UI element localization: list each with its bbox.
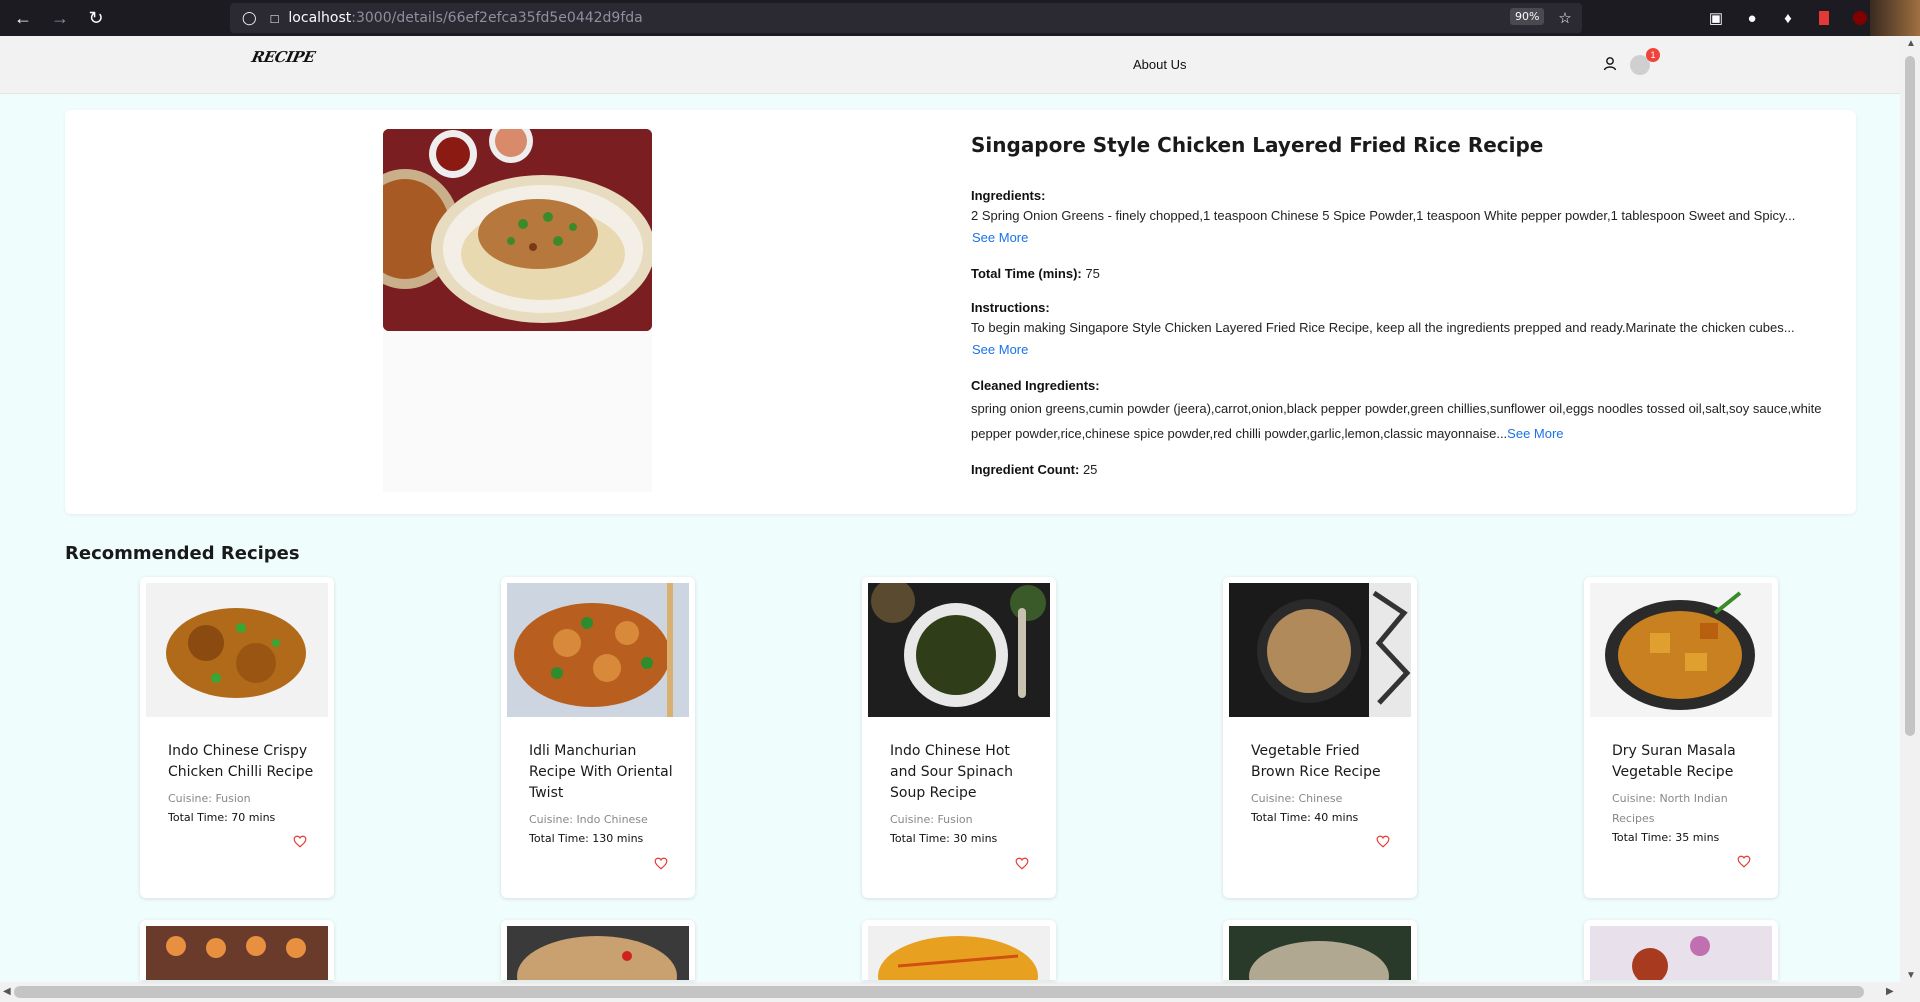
recipe-card[interactable]: Dry Suran Masala Vegetable Recipe Cuisin… [1584, 577, 1778, 898]
account-icon[interactable]: ● [1740, 6, 1764, 30]
scroll-left-arrow-icon[interactable]: ◀ [3, 986, 11, 997]
zoom-indicator[interactable]: 90% [1510, 8, 1545, 25]
bookmark-star-icon[interactable]: ☆ [1553, 6, 1577, 30]
recipe-card-title[interactable]: Idli Manchurian Recipe With Oriental Twi… [529, 741, 679, 804]
recipe-card[interactable] [140, 920, 334, 980]
recipe-card-image [1590, 926, 1772, 980]
url-host: localhost [288, 10, 352, 26]
total-time-value: 75 [1085, 266, 1100, 281]
recipe-card-image [507, 926, 689, 980]
instructions-text: To begin making Singapore Style Chicken … [971, 320, 1795, 335]
ingredients-section: Ingredients: 2 Spring Onion Greens - fin… [971, 186, 1831, 248]
recipe-card-time: Total Time: 70 mins [168, 811, 276, 824]
reload-icon[interactable]: ↻ [82, 4, 110, 32]
pocket-icon[interactable]: ▣ [1704, 6, 1728, 30]
ingredients-see-more-link[interactable]: See More [972, 230, 1028, 245]
recipe-image [383, 129, 652, 331]
forward-arrow-icon[interactable]: → [46, 4, 74, 32]
address-bar[interactable]: ◯ □ localhost:3000/details/66ef2efca35fd… [230, 3, 1582, 33]
ublock-icon[interactable] [1848, 6, 1872, 30]
back-arrow-icon[interactable]: ← [9, 4, 37, 32]
heart-icon[interactable] [1015, 857, 1029, 870]
recipe-card-cuisine: Cuisine: Chinese [1251, 792, 1343, 805]
recipe-card-image [146, 926, 328, 980]
recipe-card-title[interactable]: Indo Chinese Hot and Sour Spinach Soup R… [890, 741, 1040, 804]
recipe-card-image [146, 583, 328, 717]
instructions-see-more-link[interactable]: See More [972, 342, 1028, 357]
recipe-card-cuisine: Cuisine: North Indian Recipes [1612, 792, 1728, 825]
ingredient-count-section: Ingredient Count: 25 [971, 460, 1831, 480]
ingredient-count-label: Ingredient Count: [971, 462, 1080, 477]
heart-icon[interactable] [1737, 855, 1751, 868]
url-path: :3000/details/66ef2efca35fd5e0442d9fda [351, 10, 643, 26]
recipe-card-time: Total Time: 40 mins [1251, 811, 1359, 824]
recipe-card-time: Total Time: 35 mins [1612, 831, 1720, 844]
recipe-card[interactable]: Indo Chinese Crispy Chicken Chilli Recip… [140, 577, 334, 898]
recipe-card-image [1229, 926, 1411, 980]
extension-red-icon[interactable] [1812, 6, 1836, 30]
cleaned-ingredients-label: Cleaned Ingredients: [971, 378, 1100, 393]
recipe-card-time: Total Time: 130 mins [529, 832, 644, 845]
recipe-card-title[interactable]: Indo Chinese Crispy Chicken Chilli Recip… [168, 741, 318, 783]
cleaned-ingredients-section: Cleaned Ingredients: spring onion greens… [971, 376, 1831, 446]
recipe-card-image [1590, 583, 1772, 717]
site-header: RECIPE About Us 1 [0, 36, 1900, 94]
recommended-heading: Recommended Recipes [65, 543, 300, 564]
site-logo[interactable]: RECIPE [250, 48, 316, 66]
recipe-card-title[interactable]: Vegetable Fried Brown Rice Recipe [1251, 741, 1401, 783]
heart-icon[interactable] [293, 835, 307, 848]
cleaned-see-more-link[interactable]: See More [1507, 426, 1563, 441]
recipe-card-cuisine: Cuisine: Fusion [168, 792, 251, 805]
recipe-card-image [868, 583, 1050, 717]
recipe-card-image [1229, 583, 1411, 717]
extensions-icon[interactable]: ♦ [1776, 6, 1800, 30]
horizontal-scroll-thumb[interactable] [14, 986, 1864, 998]
shield-icon[interactable]: ◯ [242, 10, 257, 26]
total-time-section: Total Time (mins): 75 [971, 264, 1831, 284]
profile-picture[interactable] [1870, 0, 1920, 36]
recipe-card-cuisine: Cuisine: Fusion [890, 813, 973, 826]
recipe-card-title[interactable]: Dry Suran Masala Vegetable Recipe [1612, 741, 1762, 783]
recipe-card[interactable]: Vegetable Fried Brown Rice Recipe Cuisin… [1223, 577, 1417, 898]
ingredients-text: 2 Spring Onion Greens - finely chopped,1… [971, 208, 1796, 223]
ingredient-count-value: 25 [1082, 462, 1098, 477]
recipe-card[interactable] [862, 920, 1056, 980]
heart-icon[interactable] [654, 857, 668, 870]
recipe-card-image [868, 926, 1050, 980]
scroll-right-arrow-icon[interactable]: ▶ [1886, 986, 1894, 997]
recipe-card-image [507, 583, 689, 717]
cart-badge: 1 [1646, 48, 1660, 62]
user-icon[interactable] [1601, 55, 1619, 73]
cleaned-ingredients-line1: spring onion greens,cumin powder (jeera)… [971, 401, 1822, 416]
ingredients-label: Ingredients: [971, 188, 1046, 203]
recipe-info: Singapore Style Chicken Layered Fried Ri… [971, 130, 1831, 494]
browser-toolbar: ← → ↻ ◯ □ localhost:3000/details/66ef2ef… [0, 0, 1920, 36]
cleaned-ingredients-line2: pepper powder,rice,chinese spice powder,… [971, 426, 1508, 441]
recipe-card[interactable] [1223, 920, 1417, 980]
scroll-down-arrow-icon[interactable]: ▼ [1906, 970, 1916, 981]
heart-icon[interactable] [1376, 835, 1390, 848]
scroll-up-arrow-icon[interactable]: ▲ [1906, 38, 1916, 49]
recipe-card[interactable] [501, 920, 695, 980]
recipe-card-cuisine: Cuisine: Indo Chinese [529, 813, 648, 826]
recipe-card[interactable] [1584, 920, 1778, 980]
instructions-section: Instructions: To begin making Singapore … [971, 298, 1831, 360]
recipe-card[interactable]: Indo Chinese Hot and Sour Spinach Soup R… [862, 577, 1056, 898]
vertical-scroll-thumb[interactable] [1905, 56, 1915, 736]
recipe-title: Singapore Style Chicken Layered Fried Ri… [971, 133, 1544, 157]
page-icon: □ [270, 10, 279, 26]
recipe-card-time: Total Time: 30 mins [890, 832, 998, 845]
about-us-link[interactable]: About Us [1133, 57, 1186, 72]
instructions-label: Instructions: [971, 300, 1050, 315]
recipe-card[interactable]: Idli Manchurian Recipe With Oriental Twi… [501, 577, 695, 898]
total-time-label: Total Time (mins): [971, 266, 1082, 281]
